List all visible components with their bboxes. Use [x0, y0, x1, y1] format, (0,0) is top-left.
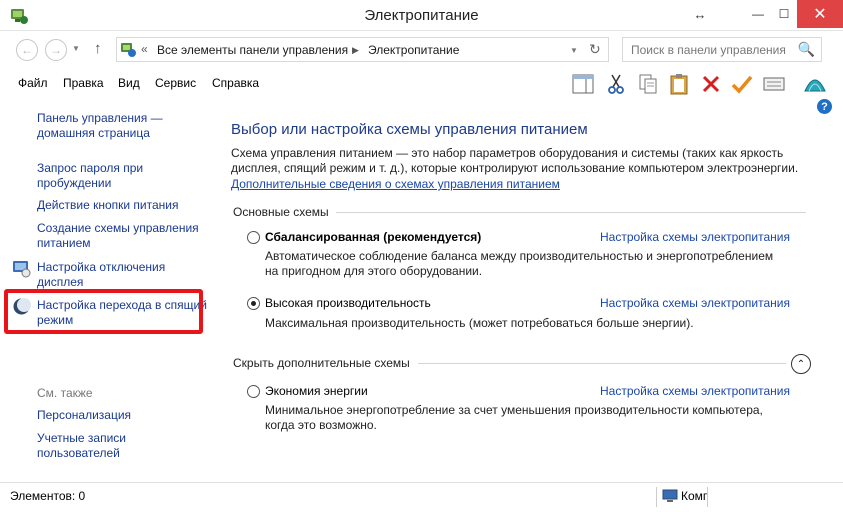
- shell-icon[interactable]: [802, 71, 828, 97]
- plan-settings-link-power-saver[interactable]: Настройка схемы электропитания: [600, 384, 790, 398]
- sidebar-link-personalization[interactable]: Персонализация: [37, 408, 207, 423]
- paste-icon[interactable]: [666, 71, 692, 97]
- minimize-button[interactable]: —: [745, 0, 771, 28]
- status-item-count: Элементов: 0: [10, 489, 86, 503]
- maximize-button[interactable]: ☐: [771, 0, 797, 28]
- title-bar: Электропитание ↔ — ☐ ✕: [0, 0, 843, 31]
- group-divider: [418, 363, 786, 364]
- plan-description-balanced: Автоматическое соблюдение баланса между …: [265, 249, 774, 278]
- status-divider: [707, 487, 708, 507]
- page-title: Выбор или настройка схемы управления пит…: [231, 121, 588, 138]
- page-description: Схема управления питанием — это набор па…: [231, 146, 799, 175]
- control-panel-icon: [121, 43, 136, 57]
- radio-balanced[interactable]: [247, 231, 260, 244]
- layout-icon[interactable]: [570, 71, 596, 97]
- checkmark-icon[interactable]: [729, 71, 755, 97]
- status-divider: [656, 487, 657, 507]
- search-placeholder: Поиск в панели управления: [631, 43, 786, 57]
- menu-edit[interactable]: Правка: [63, 76, 104, 90]
- cut-icon[interactable]: [603, 71, 629, 97]
- up-button[interactable]: ↑: [94, 40, 102, 57]
- main-content: Выбор или настройка схемы управления пит…: [211, 100, 843, 482]
- sidebar: Панель управления — домашняя страница За…: [0, 100, 211, 482]
- plan-name-power-saver[interactable]: Экономия энергии: [265, 384, 368, 398]
- close-button[interactable]: ✕: [797, 0, 843, 28]
- plan-name-balanced[interactable]: Сбалансированная (рекомендуется): [265, 230, 481, 244]
- menu-file[interactable]: Файл: [18, 76, 48, 90]
- see-also-heading: См. также: [37, 386, 93, 400]
- menu-tools[interactable]: Сервис: [155, 76, 196, 90]
- collapse-chevron-up-icon[interactable]: ⌃: [791, 354, 811, 374]
- plan-description-high-performance: Максимальная производительность (может п…: [265, 316, 694, 330]
- address-dropdown-icon[interactable]: ▼: [570, 46, 578, 55]
- copy-icon[interactable]: [635, 71, 661, 97]
- recent-locations-dropdown-icon[interactable]: ▼: [72, 44, 80, 53]
- radio-high-performance[interactable]: [247, 297, 260, 310]
- group-heading-main-plans: Основные схемы: [233, 205, 329, 219]
- delete-icon[interactable]: [698, 71, 724, 97]
- keyboard-icon[interactable]: [761, 71, 787, 97]
- menu-view[interactable]: Вид: [118, 76, 140, 90]
- back-button[interactable]: ←: [16, 39, 38, 61]
- more-info-link[interactable]: Дополнительные сведения о схемах управле…: [231, 177, 560, 191]
- plan-name-high-performance[interactable]: Высокая производительность: [265, 296, 431, 310]
- breadcrumb-power-options[interactable]: Электропитание: [368, 43, 459, 57]
- search-icon[interactable]: 🔍: [798, 41, 815, 58]
- sidebar-link-user-accounts[interactable]: Учетные записи пользователей: [37, 431, 207, 461]
- refresh-icon[interactable]: ↻: [589, 41, 601, 58]
- forward-button[interactable]: →: [45, 39, 67, 61]
- status-location: Компьютер: [681, 489, 707, 503]
- highlight-frame: [4, 289, 203, 334]
- window-title: Электропитание: [364, 7, 479, 24]
- sidebar-link-display-off[interactable]: Настройка отключения дисплея: [37, 260, 207, 290]
- address-box[interactable]: « Все элементы панели управления ▶ Элект…: [116, 37, 609, 62]
- address-bar: ← → ▼ ↑ « Все элементы панели управления…: [0, 31, 843, 67]
- computer-icon: [662, 489, 678, 502]
- resize-icon: ↔: [693, 6, 707, 22]
- plan-settings-link-balanced[interactable]: Настройка схемы электропитания: [600, 230, 790, 244]
- sidebar-link-power-button-action[interactable]: Действие кнопки питания: [37, 198, 207, 213]
- address-overflow-icon[interactable]: «: [141, 42, 148, 56]
- radio-power-saver[interactable]: [247, 385, 260, 398]
- sidebar-link-password-on-wakeup[interactable]: Запрос пароля при пробуждении: [37, 161, 207, 191]
- breadcrumb-all-items[interactable]: Все элементы панели управления: [157, 43, 348, 57]
- status-bar: Элементов: 0 Компьютер: [0, 482, 843, 512]
- sidebar-link-control-panel-home[interactable]: Панель управления — домашняя страница: [37, 111, 207, 141]
- group-heading-hide-additional[interactable]: Скрыть дополнительные схемы: [233, 356, 410, 370]
- plan-description-power-saver: Минимальное энергопотребление за счет ум…: [265, 403, 763, 432]
- menu-help[interactable]: Справка: [212, 76, 259, 90]
- search-input[interactable]: Поиск в панели управления 🔍: [622, 37, 822, 62]
- display-off-icon: [13, 261, 31, 278]
- breadcrumb-separator-icon[interactable]: ▶: [352, 45, 359, 56]
- group-divider: [336, 212, 806, 213]
- sidebar-link-create-power-plan[interactable]: Создание схемы управления питанием: [37, 221, 207, 251]
- plan-settings-link-high-performance[interactable]: Настройка схемы электропитания: [600, 296, 790, 310]
- menu-bar: Файл Правка Вид Сервис Справка: [0, 67, 843, 100]
